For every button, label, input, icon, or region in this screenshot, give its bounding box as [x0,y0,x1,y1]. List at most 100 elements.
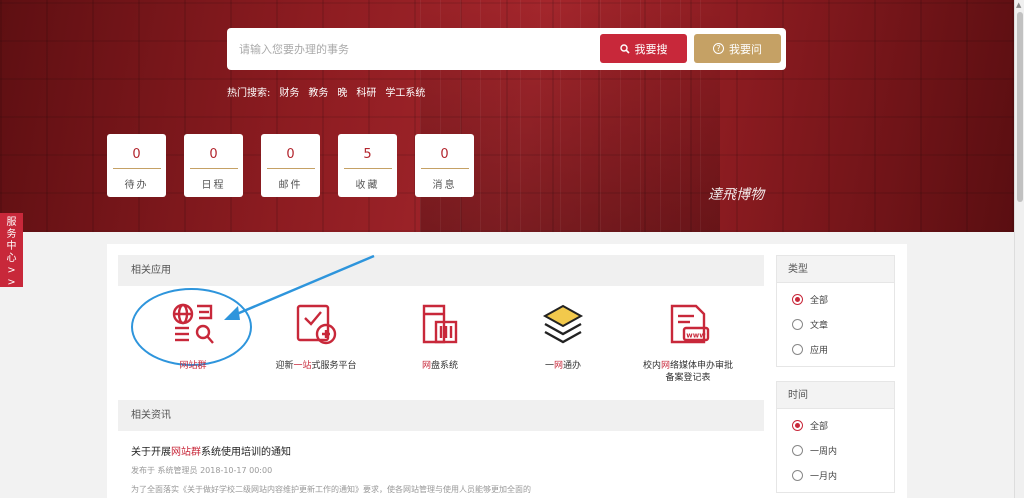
type-filter: 类型 全部 文章 应用 [776,255,895,367]
news-item: 关于开展网站群系统使用培训的通知 发布于 系统管理员 2018-10-17 00… [118,431,764,498]
service-center-tab[interactable]: 服务中心>> [0,213,23,288]
app-name-text: 一 [544,361,554,371]
scroll-thumb[interactable] [1017,12,1023,202]
hero-banner: 我要搜 ? 我要问 热门搜索: 财务 教务 晚 科研 学工系统 0 待办 0 日… [0,0,1014,232]
app-name-text: 式服务平台 [311,361,357,371]
app-netdisk[interactable]: 网盘系统 [370,298,510,372]
counter-todo[interactable]: 0 待办 [107,134,166,197]
counter-label: 消息 [432,180,457,191]
radio-icon [792,445,803,456]
service-center-label: 服务中心>> [6,217,17,288]
option-label: 全部 [810,296,829,306]
news-meta: 发布于 系统管理员 2018-10-17 00:00 [131,466,273,475]
app-name: 校内网络媒体申办审批备案登记表 [618,360,758,384]
radio-icon [792,344,803,355]
time-option-week[interactable]: 一周内 [777,438,894,463]
search-bar: 我要搜 ? 我要问 [227,28,786,70]
time-option-all[interactable]: 全部 [777,413,894,438]
website-group-icon [172,303,214,344]
app-name: 迎新一站式服务平台 [246,360,386,372]
app-name: 一网通办 [493,360,633,372]
option-label: 全部 [810,422,829,432]
news-title-text: 关于开展 [131,447,171,458]
news-title-text: 系统使用培训的通知 [201,447,291,458]
search-icon [619,43,630,54]
type-option-app[interactable]: 应用 [777,337,894,362]
question-icon: ? [713,43,724,54]
counter-value: 0 [286,147,295,162]
hot-item[interactable]: 晚 [337,84,347,99]
app-website-group[interactable]: 网站群 [123,298,263,372]
app-name-highlight: 网 [553,361,563,371]
app-freshman-portal[interactable]: 迎新一站式服务平台 [246,298,386,372]
scrollbar[interactable]: ▲ [1014,0,1024,498]
calligraphy-signature: 達飛博物 [708,187,764,203]
radio-icon [792,319,803,330]
radio-selected-icon [792,420,803,431]
app-name: 网站群 [123,360,263,372]
counter-label: 邮件 [278,180,303,191]
counter-value: 0 [132,147,141,162]
news-title-highlight: 网站群 [171,447,201,458]
counter-value: 0 [209,147,218,162]
results-column: 相关应用 网站群 迎新一站式服务平台 网盘系统 一网通办 www 校内网络媒体申… [118,255,764,498]
option-label: 文章 [810,321,829,331]
time-option-month[interactable]: 一月内 [777,463,894,488]
freshman-portal-icon [296,304,337,345]
app-one-stop[interactable]: 一网通办 [493,298,633,372]
counter-label: 日程 [201,180,226,191]
search-input[interactable] [239,39,579,59]
ask-button-label: 我要问 [729,42,762,56]
time-filter: 时间 全部 一周内 一月内 [776,381,895,493]
app-name-text: 校内 [642,361,661,371]
radio-selected-icon [792,294,803,305]
app-name-highlight: 网 [660,361,670,371]
app-name-text: 备案登记表 [665,373,711,383]
hot-searches: 热门搜索: 财务 教务 晚 科研 学工系统 [227,84,434,99]
counter-label: 收藏 [355,180,380,191]
app-media-approval[interactable]: www 校内网络媒体申办审批备案登记表 [618,298,758,384]
app-name: 网盘系统 [370,360,510,372]
hot-item[interactable]: 财务 [279,84,299,99]
counter-messages[interactable]: 0 消息 [415,134,474,197]
type-option-article[interactable]: 文章 [777,312,894,337]
counter-cards: 0 待办 0 日程 0 邮件 5 收藏 0 消息 [107,134,474,197]
type-filter-title: 类型 [777,256,894,283]
time-filter-title: 时间 [777,382,894,409]
option-label: 应用 [810,346,829,356]
radio-icon [792,470,803,481]
media-form-icon: www [670,304,710,344]
option-label: 一周内 [810,447,838,457]
www-text: www [686,332,706,340]
app-name-text: 络媒体申办审批 [670,361,734,371]
app-name-highlight: 一站 [293,361,312,371]
app-name-text: 盘系统 [431,361,459,371]
apps-section-title: 相关应用 [118,255,764,286]
search-button-label: 我要搜 [634,42,668,56]
counter-value: 5 [363,147,372,162]
app-name-text: 迎新 [275,361,294,371]
counter-schedule[interactable]: 0 日程 [184,134,243,197]
hot-item[interactable]: 教务 [308,84,328,99]
app-name-highlight: 网 [421,361,431,371]
news-section-title: 相关资讯 [118,400,764,431]
counter-mail[interactable]: 0 邮件 [261,134,320,197]
news-description: 为了全面落实《关于做好学校二级网站内容维护更新工作的通知》要求，使各网站管理与使… [131,485,531,494]
counter-value: 0 [440,147,449,162]
news-title[interactable]: 关于开展网站群系统使用培训的通知 [131,443,751,458]
counter-favorites[interactable]: 5 收藏 [338,134,397,197]
scroll-up-icon[interactable]: ▲ [1016,1,1021,9]
hot-label: 热门搜索: [227,88,271,99]
hot-item[interactable]: 科研 [356,84,376,99]
search-button[interactable]: 我要搜 [600,34,687,63]
type-option-all[interactable]: 全部 [777,287,894,312]
app-name-text: 通办 [563,361,582,371]
layers-icon [542,304,584,344]
netdisk-icon [422,304,458,344]
ask-button[interactable]: ? 我要问 [694,34,781,63]
apps-grid: 网站群 迎新一站式服务平台 网盘系统 一网通办 www 校内网络媒体申办审批 备… [118,286,764,400]
option-label: 一月内 [810,472,838,482]
hot-item[interactable]: 学工系统 [385,84,425,99]
counter-label: 待办 [124,180,149,191]
app-name-text: 网站群 [179,361,207,371]
